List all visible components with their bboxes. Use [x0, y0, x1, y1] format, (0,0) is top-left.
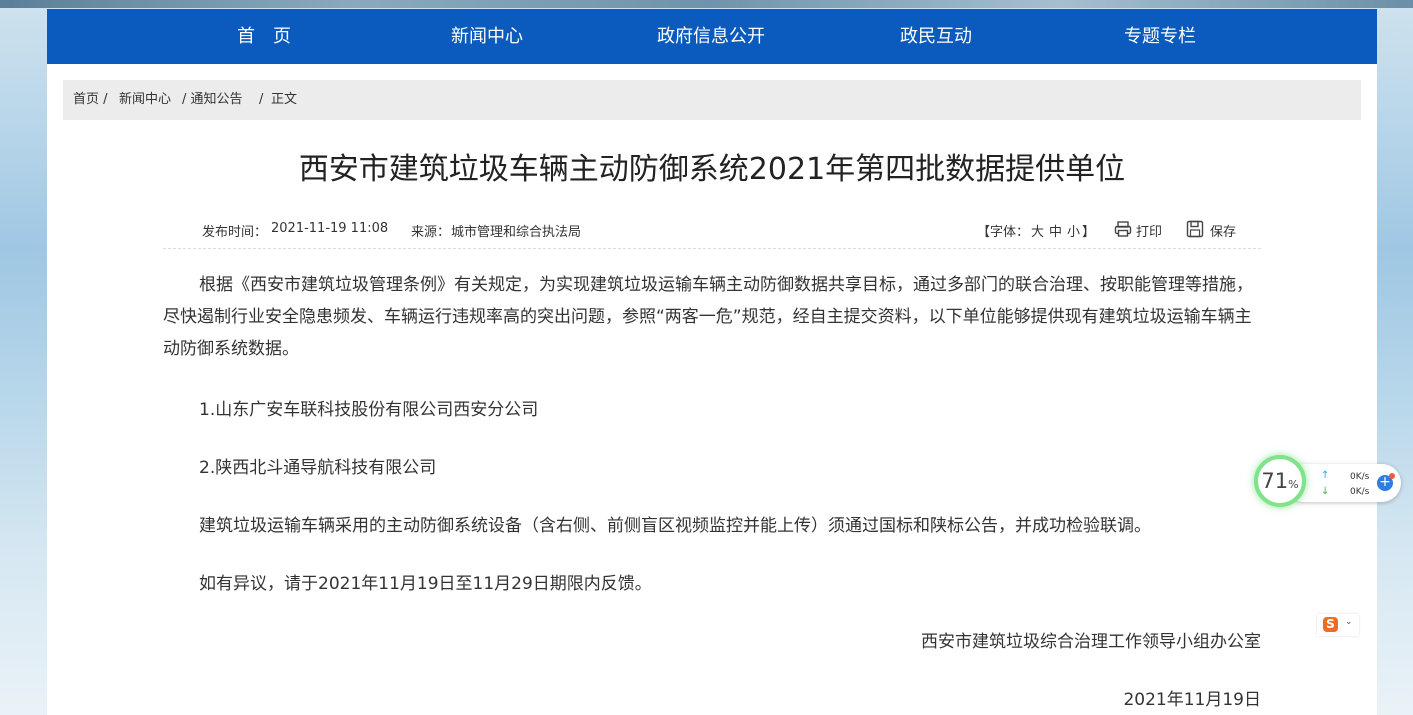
main-navigation: 首 页 新闻中心 政府信息公开 政民互动 专题专栏 [47, 9, 1377, 64]
list-item-company-2: 2.陕西北斗通导航科技有限公司 [199, 458, 437, 478]
font-size-medium[interactable]: 中 [1049, 221, 1062, 240]
source-label: 来源： [411, 225, 451, 240]
ime-toolbar[interactable]: S ⌄ [1317, 614, 1359, 636]
nav-news-center[interactable]: 新闻中心 [451, 9, 523, 64]
usage-percent-unit: % [1288, 478, 1299, 491]
network-speed-widget[interactable]: 71% ↑ 0K/s ↓ 0K/s + [1254, 455, 1402, 510]
publish-time: 2021-11-19 11:08 [271, 221, 389, 236]
nav-special-topics[interactable]: 专题专栏 [1124, 9, 1196, 64]
article-title: 西安市建筑垃圾车辆主动防御系统2021年第四批数据提供单位 [298, 152, 1126, 187]
font-size-small[interactable]: 小 [1067, 221, 1080, 240]
list-item-company-1: 1.山东广安车联科技股份有限公司西安分公司 [199, 400, 539, 420]
upload-speed: 0K/s [1350, 472, 1370, 482]
nav-home[interactable]: 首 页 [237, 9, 291, 64]
signature-date: 2021年11月19日 [1123, 690, 1261, 710]
publish-time-label: 发布时间： [202, 225, 268, 240]
breadcrumb-notices[interactable]: / 通知公告 [182, 80, 243, 120]
breadcrumb-current: 正文 [271, 92, 298, 107]
sogou-s-icon[interactable]: S [1323, 617, 1338, 632]
breadcrumb-home[interactable]: 首页 / [73, 80, 108, 120]
font-size-open: 【字体： [977, 225, 1030, 240]
header-banner-strip [0, 0, 1413, 8]
notification-dot [1389, 473, 1395, 479]
floppy-disk-icon[interactable] [1186, 220, 1204, 242]
nav-interaction[interactable]: 政民互动 [900, 9, 972, 64]
usage-percent: 71 [1261, 469, 1289, 493]
source-value: 城市管理和综合执法局 [451, 225, 582, 240]
nav-gov-info[interactable]: 政府信息公开 [657, 9, 765, 64]
printer-icon[interactable] [1114, 220, 1132, 242]
save-button[interactable]: 保存 [1210, 221, 1236, 240]
breadcrumb-separator: / [259, 92, 264, 107]
font-size-close: 】 [1082, 225, 1096, 240]
chevron-down-icon[interactable]: ⌄ [1345, 617, 1353, 627]
article-paragraph-intro: 根据《西安市建筑垃圾管理条例》有关规定，为实现建筑垃圾运输车辆主动防御数据共享目… [163, 275, 1253, 359]
article-paragraph-objection: 如有异议，请于2021年11月19日至11月29日期限内反馈。 [199, 574, 652, 594]
upload-arrow-icon: ↑ [1321, 470, 1330, 481]
font-size-large[interactable]: 大 [1031, 221, 1044, 240]
breadcrumb: 首页 / 新闻中心 / 通知公告 / 正文 [63, 80, 1361, 120]
content-page: 首页 / 新闻中心 / 通知公告 / 正文 西安市建筑垃圾车辆主动防御系统202… [47, 64, 1377, 715]
memory-usage-gauge[interactable]: 71% [1254, 455, 1306, 507]
breadcrumb-news[interactable]: 新闻中心 [119, 80, 171, 120]
article-paragraph-requirement: 建筑垃圾运输车辆采用的主动防御系统设备（含右侧、前侧盲区视频监控并能上传）须通过… [199, 516, 1151, 536]
signature-office: 西安市建筑垃圾综合治理工作领导小组办公室 [921, 632, 1261, 652]
print-button[interactable]: 打印 [1136, 221, 1162, 240]
download-arrow-icon: ↓ [1321, 486, 1330, 497]
meta-divider [163, 248, 1261, 249]
download-speed: 0K/s [1350, 487, 1370, 497]
